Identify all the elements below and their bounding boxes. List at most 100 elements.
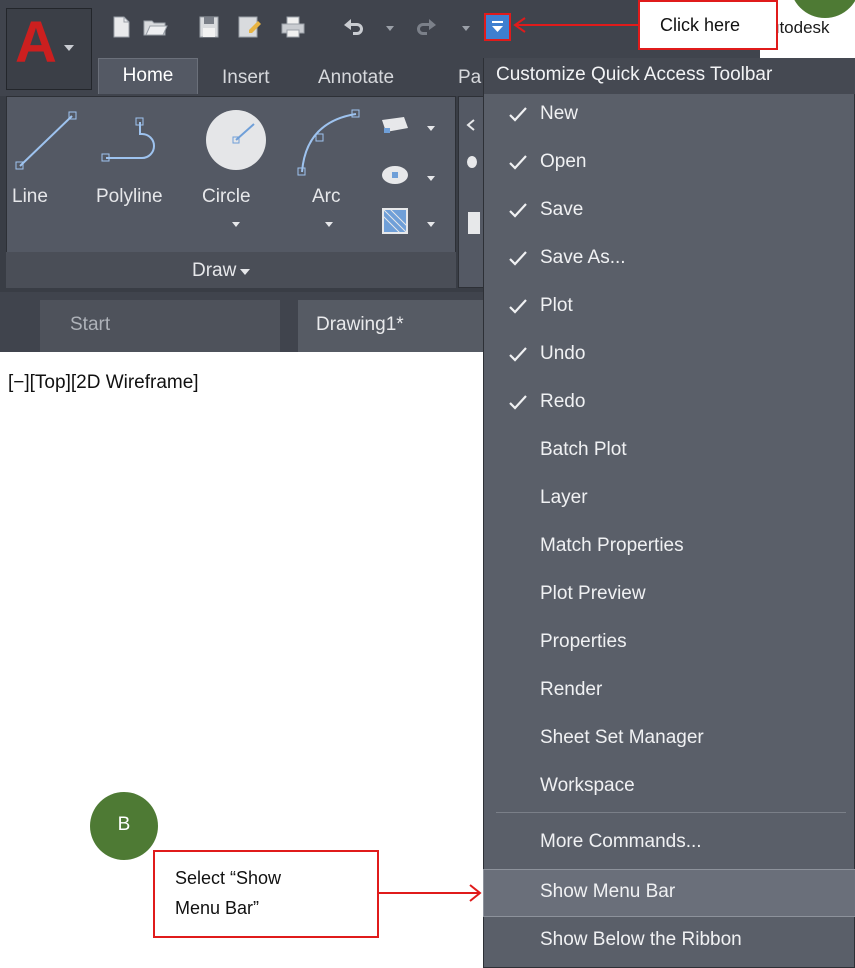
menu-item-label: More Commands... — [540, 831, 702, 852]
menu-item-label: Plot — [540, 295, 573, 316]
move-tool-icon[interactable] — [466, 118, 476, 132]
menu-item-undo[interactable]: Undo — [484, 332, 855, 378]
print-icon[interactable] — [280, 14, 306, 40]
callout-b-text-line2: Menu Bar” — [175, 898, 260, 918]
checkmark-icon — [509, 251, 527, 266]
draw-panel-label[interactable]: Draw — [192, 260, 236, 282]
menu-item-label: Undo — [540, 343, 586, 364]
menu-item-sheet-set-manager[interactable]: Sheet Set Manager — [484, 716, 855, 762]
menu-item-label: New — [540, 103, 579, 124]
menu-item-label: Batch Plot — [540, 439, 627, 460]
menu-item-render[interactable]: Render — [484, 668, 855, 714]
customize-quick-access-toolbar-button[interactable] — [484, 13, 511, 41]
menu-item-workspace[interactable]: Workspace — [484, 764, 855, 810]
rectangle-tool-icon[interactable] — [380, 114, 412, 136]
line-icon — [15, 111, 77, 170]
menu-item-match-properties[interactable]: Match Properties — [484, 524, 855, 570]
menu-item-open[interactable]: Open — [484, 140, 855, 186]
menu-item-label: Match Properties — [540, 535, 684, 556]
callout-a-text: Click here — [660, 15, 741, 35]
rotate-tool-icon[interactable] — [467, 156, 477, 168]
menu-item-save[interactable]: Save — [484, 188, 855, 234]
menu-item-layer[interactable]: Layer — [484, 476, 855, 522]
save-icon[interactable] — [196, 14, 222, 40]
menu-item-more-commands[interactable]: More Commands... — [484, 820, 855, 866]
arc-tool-label: Arc — [312, 186, 341, 207]
autocad-logo: A — [15, 10, 57, 75]
callout-b-text-line1: Select “Show — [175, 868, 282, 888]
hatch-tool-icon[interactable] — [380, 162, 412, 186]
boundary-tool-icon[interactable] — [380, 206, 410, 236]
copy-tool-icon[interactable] — [468, 212, 480, 234]
draw-panel-expand-icon[interactable] — [240, 269, 250, 275]
application-menu-button[interactable]: A — [6, 8, 92, 90]
menu-item-label: Redo — [540, 391, 586, 412]
arc-tool-button[interactable] — [296, 106, 362, 180]
callout-b-arrow — [379, 884, 482, 902]
new-file-icon[interactable] — [108, 14, 134, 40]
viewport-controls-label[interactable]: [−][Top][2D Wireframe] — [8, 372, 199, 394]
callout-b-box: Select “Show Menu Bar” — [153, 850, 379, 938]
checkmark-icon — [509, 107, 527, 122]
open-folder-icon[interactable] — [142, 14, 168, 40]
line-tool-label: Line — [12, 186, 48, 207]
polyline-tool-button[interactable] — [100, 110, 170, 180]
menu-item-label: Sheet Set Manager — [540, 727, 704, 748]
checkmark-icon — [509, 347, 527, 362]
menu-item-show-menu-bar[interactable]: Show Menu Bar — [483, 869, 855, 917]
tab-drawing1[interactable]: Drawing1* — [298, 300, 488, 352]
menu-item-show-below-the-ribbon[interactable]: Show Below the Ribbon — [484, 918, 855, 964]
tab-drawing1-label: Drawing1* — [316, 314, 404, 335]
undo-dropdown-icon[interactable] — [386, 26, 394, 31]
checkmark-icon — [509, 395, 527, 410]
circle-tool-button[interactable] — [204, 108, 268, 172]
checkmark-icon — [509, 203, 527, 218]
tab-annotate[interactable]: Annotate — [318, 62, 394, 94]
tab-insert[interactable]: Insert — [222, 62, 270, 94]
callout-b-marker: B — [90, 792, 158, 860]
boundary-dropdown-icon[interactable] — [427, 222, 435, 227]
rectangle-dropdown-icon[interactable] — [427, 126, 435, 131]
menu-item-new[interactable]: New — [484, 92, 855, 138]
tab-parametric[interactable]: Pa — [458, 62, 481, 94]
menu-item-plot-preview[interactable]: Plot Preview — [484, 572, 855, 618]
menu-item-batch-plot[interactable]: Batch Plot — [484, 428, 855, 474]
checkmark-icon — [509, 155, 527, 170]
menu-item-redo[interactable]: Redo — [484, 380, 855, 426]
menu-item-save-as[interactable]: Save As... — [484, 236, 855, 282]
circle-icon — [206, 110, 266, 170]
menu-title: Customize Quick Access Toolbar — [496, 64, 773, 85]
menu-item-label: Show Menu Bar — [540, 881, 676, 902]
tab-start[interactable]: Start — [40, 300, 280, 352]
undo-icon[interactable] — [340, 14, 366, 40]
menu-item-label: Render — [540, 679, 603, 700]
redo-dropdown-icon[interactable] — [462, 26, 470, 31]
arc-dropdown-icon[interactable] — [325, 222, 333, 227]
menu-header: Customize Quick Access Toolbar — [484, 58, 855, 94]
tab-start-label: Start — [70, 314, 111, 335]
menu-item-properties[interactable]: Properties — [484, 620, 855, 666]
menu-item-label: Workspace — [540, 775, 635, 796]
app-title: utodesk — [770, 18, 830, 38]
circle-tool-label: Circle — [202, 186, 251, 207]
polyline-icon — [101, 117, 155, 162]
hatch-dropdown-icon[interactable] — [427, 176, 435, 181]
line-tool-button[interactable] — [14, 106, 84, 186]
chevron-down-icon — [64, 45, 74, 51]
menu-item-plot[interactable]: Plot — [484, 284, 855, 330]
save-as-icon[interactable] — [236, 14, 262, 40]
menu-item-label: Properties — [540, 631, 627, 652]
checkmark-icon — [509, 299, 527, 314]
menu-item-label: Open — [540, 151, 587, 172]
arc-icon — [297, 109, 360, 176]
callout-b-letter: B — [117, 814, 131, 835]
menu-item-label: Show Below the Ribbon — [540, 929, 742, 950]
menu-item-label: Save — [540, 199, 584, 220]
menu-item-label: Save As... — [540, 247, 626, 268]
tab-home[interactable]: Home — [98, 58, 198, 94]
menu-divider — [496, 812, 846, 813]
redo-icon[interactable] — [414, 14, 440, 40]
circle-dropdown-icon[interactable] — [232, 222, 240, 227]
polyline-tool-label: Polyline — [96, 186, 163, 207]
menu-item-label: Plot Preview — [540, 583, 646, 604]
